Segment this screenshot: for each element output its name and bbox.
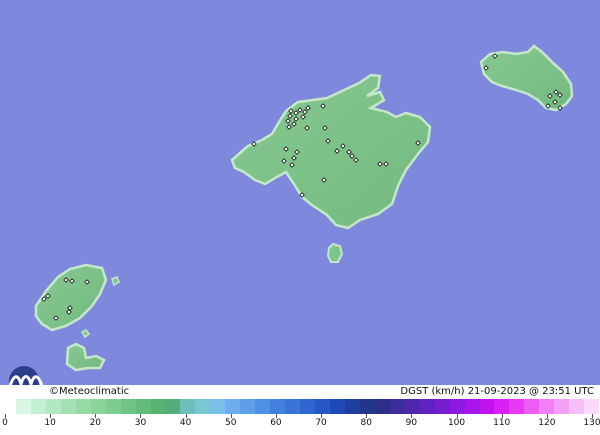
- legend-color-segment: [285, 399, 301, 414]
- copyright-text: ©Meteoclimatic: [49, 386, 130, 397]
- legend-color-segment: [524, 399, 540, 414]
- legend-tick-label: 70: [315, 418, 327, 428]
- legend-color-segment: [135, 399, 151, 414]
- legend-color-segment: [494, 399, 510, 414]
- legend-color-segment: [60, 399, 76, 414]
- map-canvas: [0, 0, 600, 385]
- legend-color-segment: [569, 399, 585, 414]
- legend-color-segment: [315, 399, 330, 414]
- legend-color-segment: [225, 399, 241, 414]
- legend-color-segment: [464, 399, 480, 414]
- legend-tick-label: 60: [270, 418, 282, 428]
- legend-color-segment: [509, 399, 525, 414]
- legend-color-segment: [404, 399, 420, 414]
- legend-color-segment: [15, 399, 31, 414]
- legend-color-segment: [554, 399, 570, 414]
- legend-tick-label: 80: [360, 418, 372, 428]
- legend-tick-label: 50: [225, 418, 237, 428]
- variable-timestamp-label: DGST (km/h) 21-09-2023 @ 23:51 UTC: [400, 386, 594, 397]
- legend-color-segment: [584, 399, 600, 414]
- legend-color-segment: [359, 399, 375, 414]
- legend-color-segment: [90, 399, 106, 414]
- legend-tick-label: 0: [2, 418, 8, 428]
- legend-color-segment: [1, 399, 16, 414]
- legend-color-segment: [539, 399, 555, 414]
- legend-color-segment: [374, 399, 390, 414]
- legend-tick-label: 10: [44, 418, 56, 428]
- legend-color-segment: [434, 399, 450, 414]
- legend-tick-label: 100: [447, 418, 466, 428]
- legend-color-segment: [45, 399, 61, 414]
- legend-color-segment: [344, 399, 360, 414]
- legend-colorbar: [1, 399, 600, 414]
- legend-color-segment: [180, 399, 196, 414]
- legend-tick-label: 130: [583, 418, 600, 428]
- island-cabrera: [326, 242, 344, 263]
- legend-tick-label: 90: [405, 418, 418, 428]
- legend-tick-label: 30: [134, 418, 147, 428]
- legend-color-segment: [210, 399, 226, 414]
- legend-color-segment: [30, 399, 46, 414]
- legend-color-segment: [120, 399, 136, 414]
- legend-color-segment: [270, 399, 286, 414]
- legend-color-segment: [255, 399, 271, 414]
- legend-color-segment: [105, 399, 121, 414]
- legend-color-segment: [195, 399, 211, 414]
- weather-map: ©Meteoclimatic DGST (km/h) 21-09-2023 @ …: [0, 0, 600, 435]
- legend-color-segment: [329, 399, 345, 414]
- legend-ticks: 0 10 20 30 40 50 60 70 80 90 100 110 120 130: [0, 414, 600, 435]
- legend-color-segment: [479, 399, 495, 414]
- legend-color-segment: [449, 399, 465, 414]
- legend-color-segment: [419, 399, 435, 414]
- map-info-bar: ©Meteoclimatic DGST (km/h) 21-09-2023 @ …: [0, 385, 600, 399]
- legend-color-segment: [389, 399, 405, 414]
- legend-color-segment: [300, 399, 316, 414]
- legend-tick-label: 40: [179, 418, 192, 428]
- legend-tick-label: 120: [538, 418, 556, 428]
- legend-tick-label: 20: [89, 418, 102, 428]
- legend-color-segment: [165, 399, 181, 414]
- legend-color-segment: [150, 399, 166, 414]
- legend-color-segment: [240, 399, 256, 414]
- legend-tick-label: 110: [493, 418, 511, 428]
- legend-color-segment: [75, 399, 91, 414]
